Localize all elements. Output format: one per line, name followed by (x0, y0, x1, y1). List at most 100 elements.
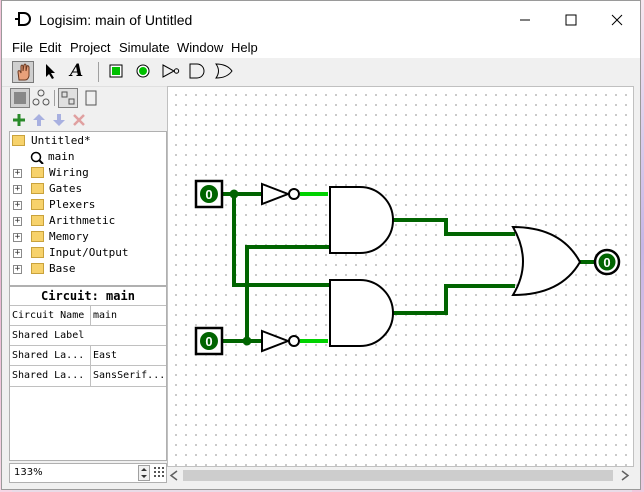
expand-icon[interactable]: + (13, 265, 22, 274)
attribute-table: Circuit: main Circuit Name main Shared L… (9, 286, 167, 461)
or-gate-icon (215, 63, 233, 79)
library-label: Gates (49, 182, 83, 195)
or-gate[interactable] (511, 225, 582, 297)
delete-circuit-button[interactable] (71, 112, 87, 128)
add-circuit-button[interactable] (11, 112, 27, 128)
and-gate-tool-button[interactable] (186, 61, 208, 83)
minimize-icon (520, 19, 530, 21)
folder-icon (31, 231, 44, 242)
project-name: Untitled* (31, 134, 91, 147)
menu-edit[interactable]: Edit (39, 40, 61, 55)
attribute-key: Shared La... (12, 350, 85, 361)
tree-item-memory[interactable]: + Memory (12, 229, 162, 245)
scroll-right-icon[interactable] (620, 470, 630, 481)
not-gate-2[interactable] (261, 329, 300, 353)
tree-item-wiring[interactable]: + Wiring (12, 165, 162, 181)
arrow-down-icon (53, 114, 65, 126)
output-pin-tool-button[interactable] (133, 61, 155, 83)
folder-icon (31, 247, 44, 258)
magnifier-icon (30, 151, 44, 164)
logisim-window: Logisim: main of Untitled File Edit Proj… (1, 0, 641, 490)
tree-item-main[interactable]: main (22, 149, 162, 165)
attribute-row[interactable]: Shared Label (10, 325, 166, 346)
output-pin[interactable]: 0 (593, 248, 621, 276)
folder-icon (31, 199, 44, 210)
poke-tool-button[interactable] (12, 61, 34, 83)
move-down-button[interactable] (51, 112, 67, 128)
expand-icon[interactable]: + (13, 201, 22, 210)
tree-item-base[interactable]: + Base (12, 261, 162, 277)
not-gate-tool-button[interactable] (160, 61, 182, 83)
output-pin-icon (136, 64, 150, 78)
simulation-tree-icon (32, 89, 50, 106)
plus-icon (13, 114, 25, 126)
menu-project[interactable]: Project (70, 40, 110, 55)
tree-item-project[interactable]: Untitled* (12, 133, 162, 149)
minimize-button[interactable] (502, 1, 548, 37)
attribute-key: Shared La... (12, 370, 85, 381)
horizontal-scroll-thumb[interactable] (183, 470, 613, 481)
menu-bar: File Edit Project Simulate Window Help (2, 37, 640, 58)
appearance-icon (85, 90, 97, 106)
vertical-scrollbar[interactable] (634, 86, 640, 467)
tree-item-plexers[interactable]: + Plexers (12, 197, 162, 213)
maximize-button[interactable] (548, 1, 594, 37)
close-button[interactable] (594, 1, 640, 37)
wire[interactable] (391, 284, 515, 315)
title-bar[interactable]: Logisim: main of Untitled (2, 1, 640, 37)
move-up-button[interactable] (31, 112, 47, 128)
input-pin-tool-button[interactable] (106, 61, 128, 83)
horizontal-scrollbar[interactable] (167, 467, 634, 484)
edit-layout-button[interactable] (58, 88, 78, 108)
expand-icon[interactable]: + (13, 249, 22, 258)
arrow-pointer-icon (46, 64, 55, 79)
wire[interactable] (391, 218, 515, 236)
expand-icon[interactable]: + (13, 233, 22, 242)
and-gate-2[interactable] (329, 279, 394, 347)
expand-icon[interactable]: + (13, 185, 22, 194)
tree-item-input-output[interactable]: + Input/Output (12, 245, 162, 261)
select-tool-button[interactable] (40, 61, 62, 83)
input-pin-a[interactable]: 0 (194, 179, 224, 209)
or-gate-tool-button[interactable] (213, 61, 235, 83)
arrow-up-icon (33, 114, 45, 126)
tree-item-arithmetic[interactable]: + Arithmetic (12, 213, 162, 229)
not-gate-1[interactable] (261, 182, 300, 206)
text-tool-button[interactable]: A (66, 61, 88, 83)
zoom-value[interactable]: 133% (14, 467, 43, 478)
expand-icon[interactable]: + (13, 217, 22, 226)
attribute-value[interactable]: main (90, 306, 167, 326)
attribute-value[interactable]: SansSerif... (90, 366, 167, 386)
circuit-canvas[interactable]: 0 0 0 (167, 86, 634, 467)
input-pin-b[interactable]: 0 (194, 326, 224, 356)
show-toolbox-button[interactable] (10, 88, 30, 108)
attribute-row[interactable]: Circuit Name main (10, 305, 166, 326)
tree-item-gates[interactable]: + Gates (12, 181, 162, 197)
folder-icon (31, 183, 44, 194)
grid-toggle-icon[interactable] (153, 466, 165, 480)
menu-simulate[interactable]: Simulate (119, 40, 170, 55)
wire-junction (229, 189, 239, 199)
attribute-value[interactable]: East (90, 346, 167, 366)
wire[interactable] (245, 245, 330, 343)
circuit-main-label: main (48, 150, 75, 163)
input-pin-a-value: 0 (205, 187, 212, 202)
expand-icon[interactable]: + (13, 169, 22, 178)
library-label: Base (49, 262, 76, 275)
attribute-row[interactable]: Shared La... SansSerif... (10, 365, 166, 387)
zoom-spinner[interactable] (138, 465, 150, 481)
attribute-row[interactable]: Shared La... East (10, 345, 166, 366)
show-simulation-button[interactable] (31, 88, 51, 108)
scroll-left-icon[interactable] (169, 470, 179, 481)
zoom-control: 133% (9, 463, 167, 483)
menu-file[interactable]: File (12, 40, 33, 55)
output-pin-value: 0 (603, 255, 610, 270)
wire-junction (242, 336, 252, 346)
attribute-key: Shared Label (12, 330, 85, 341)
and-gate-1[interactable] (329, 186, 394, 254)
layout-icon (61, 91, 75, 105)
edit-appearance-button[interactable] (81, 88, 101, 108)
library-label: Memory (49, 230, 89, 243)
menu-window[interactable]: Window (177, 40, 223, 55)
menu-help[interactable]: Help (231, 40, 258, 55)
